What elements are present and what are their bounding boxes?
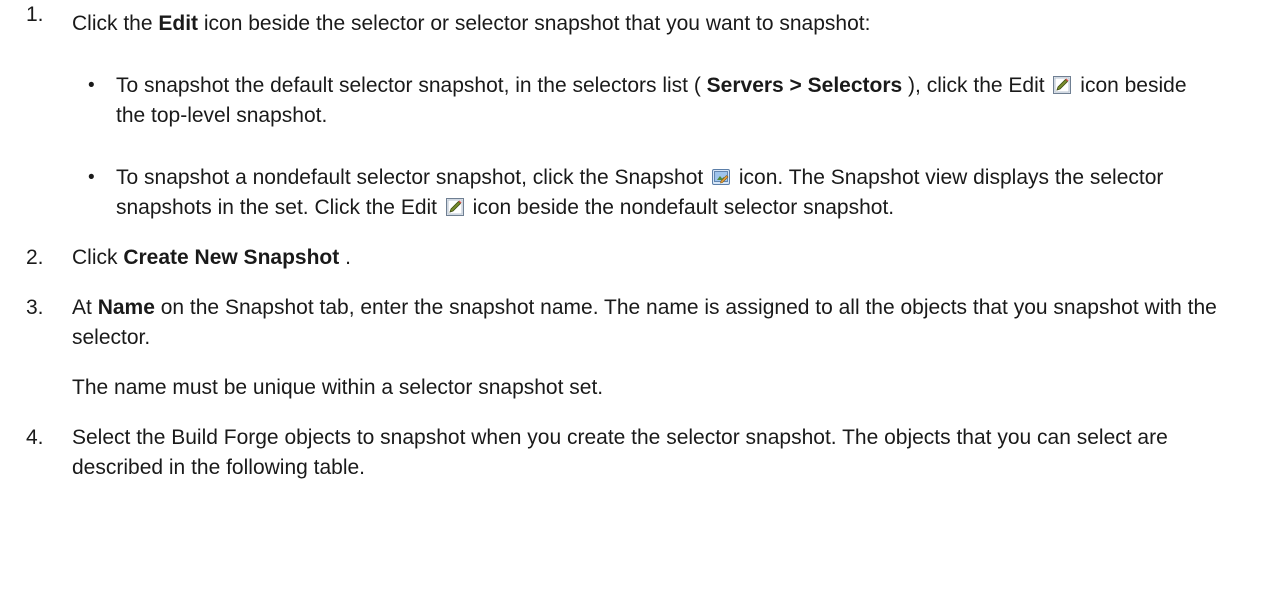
step-text-pre: Click [72,246,124,269]
bullet-item: • To snapshot the default selector snaps… [72,71,1230,131]
bullet-text-a: To snapshot the default selector snapsho… [116,74,707,97]
bullet-marker: • [88,75,95,96]
step-note: The name must be unique within a selecto… [72,376,604,399]
step-number: 4. [26,426,44,449]
bullet-marker: • [88,167,95,188]
step-keyword: Edit [158,12,199,35]
step-3: 3. At Name on the Snapshot tab, enter th… [0,293,1270,403]
step-text-pre: Click the [72,12,159,35]
step-text: Click Create New Snapshot . [72,243,1230,273]
step-number: 2. [26,246,44,269]
bullet-text-b: ), click the Edit [902,74,1051,97]
step-number: 1. [26,3,44,26]
step-2: 2. Click Create New Snapshot . [0,243,1270,273]
step-keyword: Name [97,296,155,319]
bullet-text-a: To snapshot a nondefault selector snapsh… [116,166,710,189]
step-text-post: . [339,246,351,269]
procedure-steps: 1. Click the Edit icon beside the select… [0,0,1270,483]
step-1: 1. Click the Edit icon beside the select… [0,0,1270,223]
edit-icon [446,198,464,216]
step-text-pre: At [72,296,98,319]
step-text-post: icon beside the selector or selector sna… [198,12,871,35]
snapshot-icon [712,168,730,186]
step-keyword: Create New Snapshot [123,246,340,269]
step-4: 4. Select the Build Forge objects to sna… [0,423,1270,483]
bullet-keyword: Servers > Selectors [706,74,903,97]
bullet-list: • To snapshot the default selector snaps… [72,71,1230,223]
step-number: 3. [26,296,44,319]
bullet-text-c: icon beside the nondefault selector snap… [466,196,895,219]
step-text: At Name on the Snapshot tab, enter the s… [72,293,1230,353]
step-text-post: on the Snapshot tab, enter the snapshot … [72,296,1217,349]
step-text: Select the Build Forge objects to snapsh… [72,426,1168,479]
edit-icon [1053,76,1071,94]
bullet-item: • To snapshot a nondefault selector snap… [72,163,1230,223]
step-text: Click the Edit icon beside the selector … [72,9,1230,39]
